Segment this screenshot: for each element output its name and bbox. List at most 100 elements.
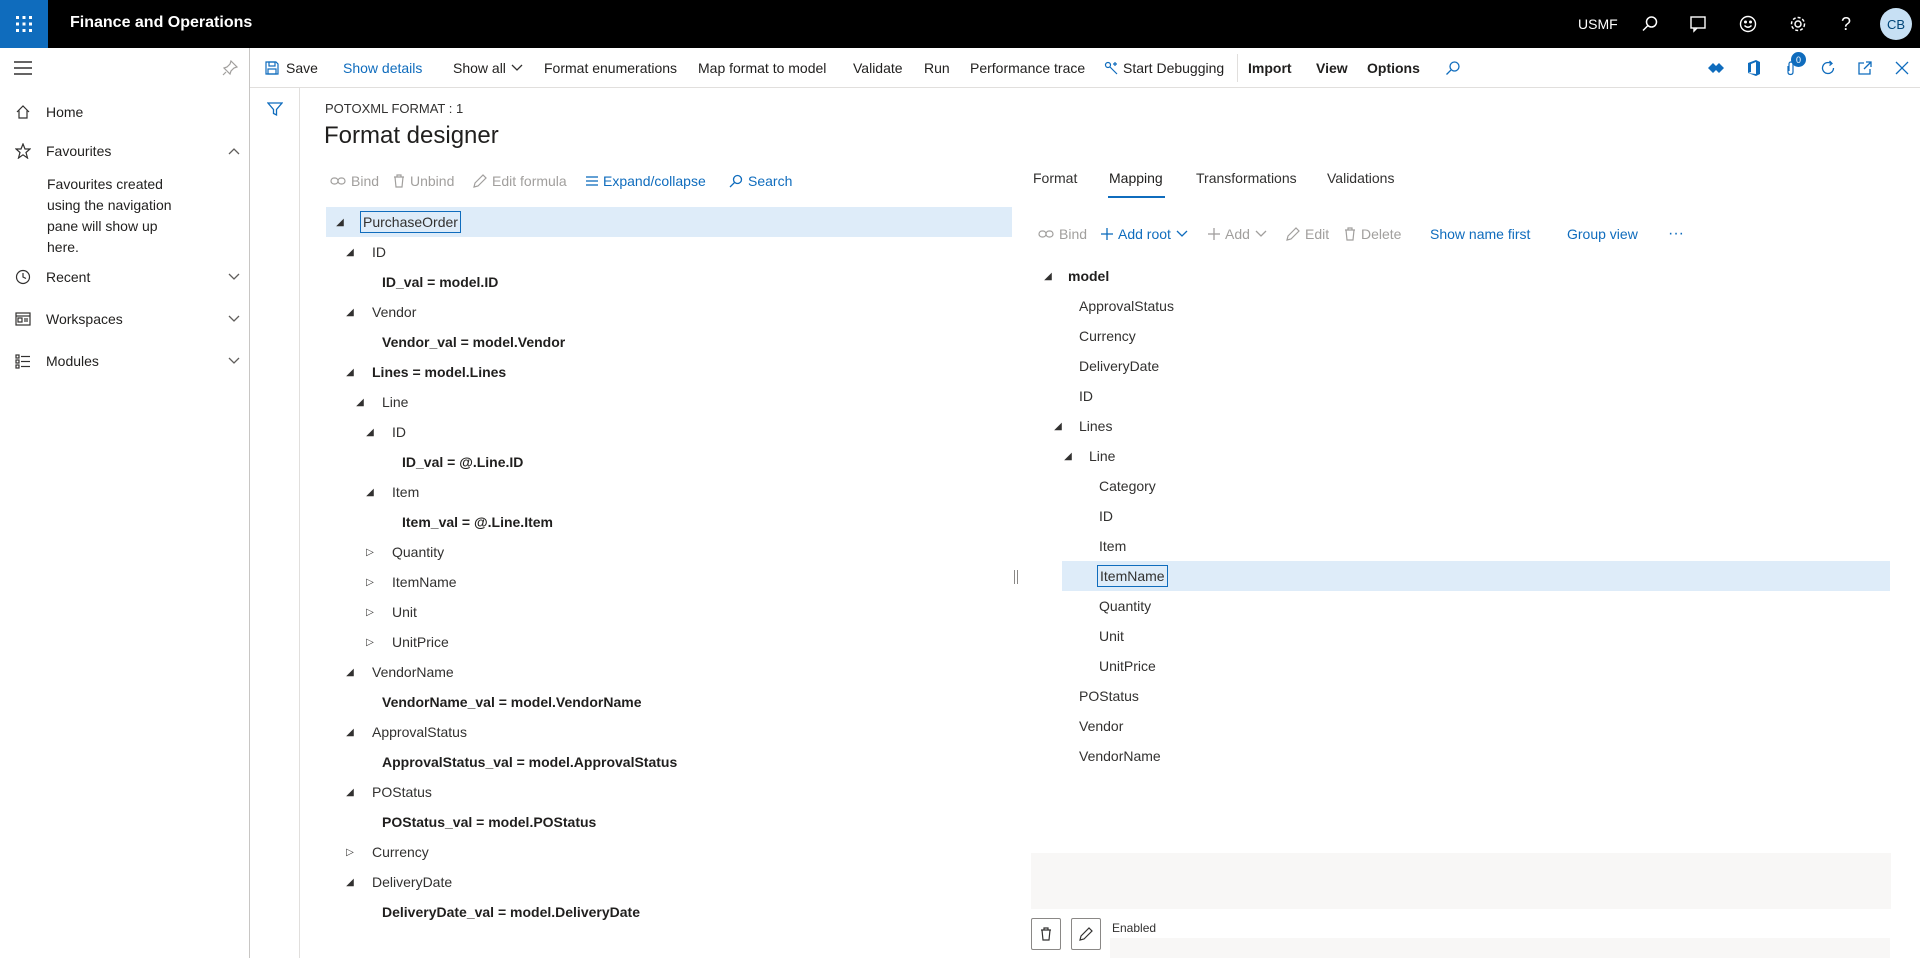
close-icon[interactable] [1892, 58, 1912, 78]
collapsed-triangle-icon[interactable]: ▷ [364, 606, 376, 618]
page-caption: POTOXML FORMAT : 1 [325, 101, 464, 116]
gear-icon[interactable] [1786, 12, 1810, 36]
app-title[interactable]: Finance and Operations [70, 14, 252, 32]
performance-trace-button[interactable]: Performance trace [970, 48, 1085, 88]
tab-format[interactable]: Format [1033, 170, 1077, 192]
expanded-triangle-icon[interactable]: ◢ [1052, 420, 1064, 432]
details-panel [1031, 853, 1891, 909]
tree-node-label: Item [1099, 538, 1127, 554]
expanded-triangle-icon[interactable]: ◢ [334, 216, 346, 228]
run-button[interactable]: Run [924, 48, 950, 88]
tree-node-label: Lines [1079, 418, 1113, 434]
delete-icon [394, 174, 404, 188]
show-name-first-button[interactable]: Show name first [1430, 224, 1530, 244]
delete-icon [1041, 927, 1051, 941]
expanded-triangle-icon[interactable]: ◢ [1062, 450, 1074, 462]
power-apps-icon[interactable] [1706, 58, 1726, 78]
unbind-button[interactable]: Unbind [393, 170, 454, 192]
map-format-to-model-button[interactable]: Map format to model [698, 48, 826, 88]
tree-node-label: ID [1099, 508, 1113, 524]
search-icon[interactable] [1638, 12, 1662, 36]
office-icon[interactable] [1744, 58, 1764, 78]
help-icon[interactable]: ? [1834, 12, 1858, 36]
expanded-triangle-icon[interactable]: ◢ [364, 486, 376, 498]
collapsed-triangle-icon[interactable]: ▷ [344, 846, 356, 858]
company-picker[interactable]: USMF [1578, 16, 1618, 32]
tree-node-label: POStatus [1079, 688, 1139, 704]
expanded-triangle-icon[interactable]: ◢ [344, 246, 356, 258]
expanded-triangle-icon[interactable]: ◢ [344, 786, 356, 798]
open-new-window-icon[interactable] [1855, 58, 1875, 78]
nav-item-label: Recent [46, 269, 91, 285]
validate-button[interactable]: Validate [853, 48, 903, 88]
add-root-button[interactable]: Add root [1101, 224, 1188, 244]
expanded-triangle-icon[interactable]: ◢ [344, 666, 356, 678]
expanded-triangle-icon[interactable]: ◢ [344, 876, 356, 888]
tab-mapping[interactable]: Mapping [1109, 170, 1163, 192]
chevron-up-icon[interactable] [228, 144, 240, 158]
collapsed-triangle-icon[interactable]: ▷ [364, 576, 376, 588]
edit-node-button[interactable] [1071, 918, 1101, 950]
tree-node-label: Currency [1079, 328, 1136, 344]
mapping-bind-button[interactable]: Bind [1038, 224, 1087, 244]
delete-node-button[interactable] [1031, 918, 1061, 950]
search-button[interactable]: Search [729, 170, 792, 192]
more-options-button[interactable]: ··· [1668, 224, 1684, 244]
edit-button[interactable]: Edit [1286, 224, 1329, 244]
tree-node-label: Category [1099, 478, 1156, 494]
show-all-dropdown[interactable]: Show all [453, 48, 523, 88]
tab-validations[interactable]: Validations [1327, 170, 1394, 192]
tree-node[interactable]: ItemName [1062, 561, 1890, 591]
workspace-icon [14, 310, 32, 328]
refresh-icon[interactable] [1818, 58, 1838, 78]
add-button[interactable]: Add [1208, 224, 1267, 244]
search-icon[interactable] [1443, 58, 1463, 78]
expanded-triangle-icon[interactable]: ◢ [364, 426, 376, 438]
expand-collapse-button[interactable]: Expand/collapse [586, 170, 706, 192]
tree-node-label: Vendor_val = model.Vendor [382, 334, 566, 350]
nav-item-favourites[interactable]: Favourites [0, 136, 250, 166]
bind-button[interactable]: Bind [330, 170, 379, 192]
view-menu[interactable]: View [1316, 48, 1348, 88]
add-root-label: Add root [1118, 226, 1171, 242]
message-icon[interactable] [1686, 12, 1710, 36]
app-launcher-icon[interactable] [0, 0, 48, 48]
delete-button[interactable]: Delete [1344, 224, 1401, 244]
feedback-smiley-icon[interactable] [1736, 12, 1760, 36]
save-button[interactable]: Save [264, 48, 318, 88]
expanded-triangle-icon[interactable]: ◢ [1042, 270, 1054, 282]
tree-node-label: DeliveryDate [1079, 358, 1160, 374]
collapsed-triangle-icon[interactable]: ▷ [364, 546, 376, 558]
nav-item-home[interactable]: Home [0, 97, 250, 127]
chevron-down-icon[interactable] [228, 354, 240, 368]
chevron-down-icon[interactable] [228, 312, 240, 326]
expanded-triangle-icon[interactable]: ◢ [344, 366, 356, 378]
add-icon [1101, 228, 1113, 240]
add-icon [1208, 228, 1220, 240]
tree-node[interactable]: ◢ PurchaseOrder [326, 207, 1012, 237]
expanded-triangle-icon[interactable]: ◢ [344, 306, 356, 318]
hamburger-menu-icon[interactable] [14, 61, 32, 75]
edit-formula-button[interactable]: Edit formula [473, 170, 567, 192]
pane-splitter[interactable] [1014, 570, 1018, 584]
format-enumerations-button[interactable]: Format enumerations [544, 48, 677, 88]
expanded-triangle-icon[interactable]: ◢ [354, 396, 366, 408]
tab-transformations[interactable]: Transformations [1196, 170, 1297, 192]
expanded-triangle-icon[interactable]: ◢ [344, 726, 356, 738]
group-view-button[interactable]: Group view [1567, 224, 1638, 244]
pin-icon[interactable] [222, 59, 239, 76]
tree-node-label: VendorName_val = model.VendorName [382, 694, 642, 710]
tree-node-label: ApprovalStatus [372, 724, 467, 740]
nav-item-modules[interactable]: Modules [0, 346, 250, 376]
start-debugging-button[interactable]: Start Debugging [1103, 48, 1224, 88]
attachments-icon[interactable]: 0 [1781, 52, 1806, 78]
options-menu[interactable]: Options [1367, 48, 1420, 88]
collapsed-triangle-icon[interactable]: ▷ [364, 636, 376, 648]
chevron-down-icon[interactable] [228, 270, 240, 284]
import-menu[interactable]: Import [1248, 48, 1292, 88]
show-details-button[interactable]: Show details [343, 48, 422, 88]
nav-item-recent[interactable]: Recent [0, 262, 250, 292]
filter-icon[interactable] [266, 100, 284, 118]
avatar[interactable]: CB [1880, 8, 1912, 40]
nav-item-workspaces[interactable]: Workspaces [0, 304, 250, 334]
